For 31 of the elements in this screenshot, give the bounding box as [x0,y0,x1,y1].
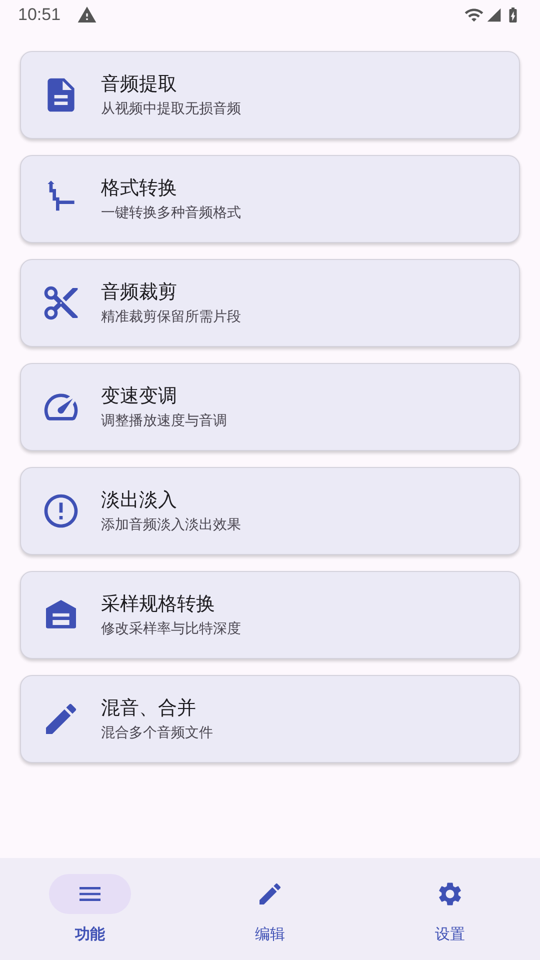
settings-icon [436,880,464,908]
feature-subtitle: 从视频中提取无损音频 [101,99,241,118]
feature-card[interactable]: 采样规格转换 修改采样率与比特深度 [20,571,520,659]
feature-title: 音频提取 [101,73,178,97]
feature-card[interactable]: 变速变调 调整播放速度与音调 [20,363,520,451]
feature-card[interactable]: 淡出淡入 添加音频淡入淡出效果 [20,467,520,555]
feature-subtitle: 一键转换多种音频格式 [101,203,241,222]
warning-icon [76,5,97,25]
feature-subtitle: 调整播放速度与音调 [101,411,227,430]
feature-title: 混音、合并 [101,697,197,721]
feature-title: 格式转换 [101,177,178,201]
feature-card[interactable]: 格式转换 一键转换多种音频格式 [20,155,520,243]
nav-label: 编辑 [255,925,285,945]
nav-tab[interactable]: 功能 [0,874,180,946]
feature-title: 采样规格转换 [101,593,216,617]
feature-subtitle: 添加音频淡入淡出效果 [101,515,241,534]
feature-subtitle: 精准裁剪保留所需片段 [101,307,241,326]
nav-label: 设置 [435,925,465,945]
status-time: 10:51 [18,4,61,26]
feature-card[interactable]: 音频裁剪 精准裁剪保留所需片段 [20,259,520,347]
feature-title: 淡出淡入 [101,489,178,513]
signal-icon [486,7,502,23]
nav-label: 功能 [75,925,105,945]
feature-title: 变速变调 [101,385,178,409]
feature-subtitle: 修改采样率与比特深度 [101,619,241,638]
nav-tab[interactable]: 编辑 [180,874,360,946]
feature-card[interactable]: 混音、合并 混合多个音频文件 [20,675,520,763]
feature-card[interactable]: 音频提取 从视频中提取无损音频 [20,51,520,139]
nav-tab[interactable]: 设置 [360,874,540,946]
feature-subtitle: 混合多个音频文件 [101,723,213,742]
feature-title: 音频裁剪 [101,281,178,305]
